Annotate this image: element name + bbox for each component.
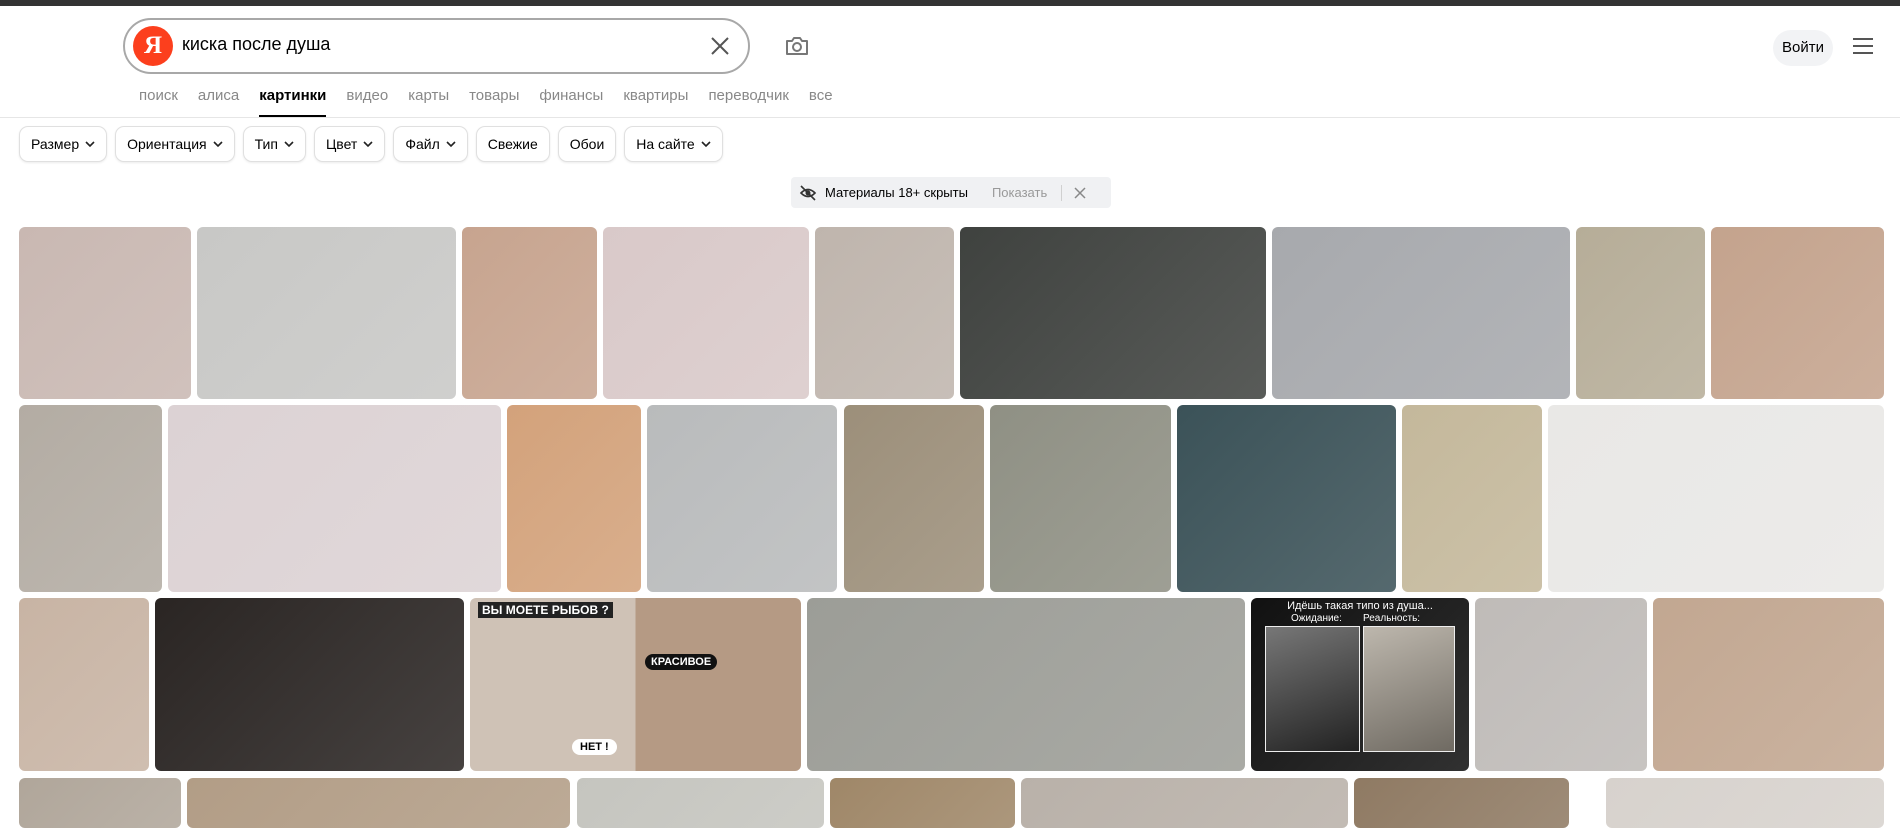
filter-chip-2[interactable]: Тип [242, 126, 306, 162]
tab-4[interactable]: карты [408, 87, 449, 117]
image-thumbnail[interactable] [462, 227, 597, 399]
filter-chip-label: Тип [254, 136, 278, 152]
image-thumbnail[interactable] [1402, 405, 1542, 592]
camera-icon[interactable] [783, 32, 811, 60]
image-thumbnail[interactable] [1475, 598, 1647, 771]
image-thumbnail[interactable] [19, 778, 181, 828]
meme-caption-mid: КРАСИВОЕ [645, 654, 718, 670]
notice-text: Материалы 18+ скрыты [825, 185, 968, 200]
tab-3[interactable]: видео [346, 87, 388, 117]
filter-chip-7[interactable]: На сайте [624, 126, 723, 162]
meme-caption-right: Реальность: [1363, 613, 1421, 624]
tab-8[interactable]: переводчик [708, 87, 788, 117]
image-thumbnail[interactable] [1272, 227, 1570, 399]
chevron-down-icon [446, 141, 456, 148]
image-thumbnail[interactable] [647, 405, 837, 592]
filter-chip-label: Файл [405, 136, 440, 152]
chevron-down-icon [85, 141, 95, 148]
image-thumbnail[interactable] [960, 227, 1266, 399]
image-thumbnail[interactable] [1354, 778, 1569, 828]
menu-icon[interactable] [1853, 38, 1873, 56]
chevron-down-icon [213, 141, 223, 148]
filter-chip-3[interactable]: Цвет [313, 126, 386, 162]
image-thumbnail[interactable] [19, 227, 191, 399]
image-thumbnail[interactable] [197, 227, 456, 399]
image-thumbnail[interactable] [990, 405, 1171, 592]
search-input[interactable]: киска после душа [182, 34, 330, 55]
chevron-down-icon [363, 141, 373, 148]
filter-chip-1[interactable]: Ориентация [115, 126, 235, 162]
filter-bar: Размер Ориентация Тип Цвет Файл Свежие Обои На … [19, 126, 723, 162]
filter-chip-label: Обои [569, 136, 605, 152]
image-thumbnail[interactable] [1711, 227, 1884, 399]
image-thumbnail[interactable]: ВЫ МОЕТЕ РЫБОВ ? КРАСИВОЕ НЕТ ! [470, 598, 801, 771]
image-thumbnail[interactable] [1576, 227, 1705, 399]
eye-crossed-icon [799, 184, 817, 201]
filter-chip-0[interactable]: Размер [19, 126, 108, 162]
tab-7[interactable]: квартиры [623, 87, 688, 117]
image-thumbnail[interactable] [807, 598, 1245, 771]
clear-icon[interactable] [708, 34, 732, 58]
filter-chip-label: Цвет [325, 136, 358, 152]
filter-chip-label: Размер [31, 136, 80, 152]
search-box[interactable]: Я киска после душа [123, 18, 750, 74]
meme-caption: Идёшь такая типо из душа... [1287, 600, 1433, 612]
image-thumbnail[interactable] [187, 778, 570, 828]
tab-1[interactable]: алиса [198, 87, 239, 117]
yandex-logo[interactable]: Я [133, 26, 173, 66]
tab-6[interactable]: финансы [539, 87, 603, 117]
image-thumbnail[interactable] [168, 405, 501, 592]
image-thumbnail[interactable] [507, 405, 641, 592]
filter-chip-5[interactable]: Свежие [475, 126, 550, 162]
image-thumbnail[interactable] [603, 227, 809, 399]
login-button[interactable]: Войти [1773, 30, 1833, 66]
adult-content-notice: Материалы 18+ скрыты Показать [791, 177, 1111, 208]
image-thumbnail[interactable] [19, 598, 149, 771]
show-adult-button[interactable]: Показать [992, 177, 1047, 208]
meme-photo-right [1363, 626, 1455, 752]
search-tabs: поиск алиса картинки видео карты товары финанс… [139, 87, 833, 117]
meme-caption-bottom: НЕТ ! [572, 739, 617, 755]
tab-5[interactable]: товары [469, 87, 519, 117]
image-thumbnail[interactable] [1021, 778, 1348, 828]
image-thumbnail[interactable] [155, 598, 464, 771]
close-icon[interactable] [1074, 186, 1086, 199]
filter-chip-label: На сайте [636, 136, 695, 152]
filter-chip-4[interactable]: Файл [393, 126, 468, 162]
tab-2[interactable]: картинки [259, 87, 327, 117]
meme-caption-top: ВЫ МОЕТЕ РЫБОВ ? [478, 602, 613, 618]
image-thumbnail[interactable] [1177, 405, 1396, 592]
image-thumbnail[interactable]: Идёшь такая типо из душа... Ожидание: Реал… [1251, 598, 1469, 771]
meme-caption-left: Ожидание: [1291, 613, 1342, 624]
filter-chip-6[interactable]: Обои [557, 126, 617, 162]
image-thumbnail[interactable] [577, 778, 824, 828]
filter-chip-label: Свежие [487, 136, 538, 152]
image-thumbnail[interactable] [815, 227, 954, 399]
image-thumbnail[interactable] [830, 778, 1015, 828]
image-thumbnail[interactable] [19, 405, 162, 592]
tab-0[interactable]: поиск [139, 87, 178, 117]
chevron-down-icon [284, 141, 294, 148]
image-thumbnail[interactable] [1548, 405, 1884, 592]
image-thumbnail[interactable] [1653, 598, 1884, 771]
filter-chip-label: Ориентация [127, 136, 207, 152]
header: Я киска после душа Войти поиск алиса карти… [0, 6, 1900, 118]
tab-9[interactable]: все [809, 87, 833, 117]
divider [1061, 184, 1063, 201]
chevron-down-icon [701, 141, 711, 148]
image-thumbnail[interactable] [844, 405, 984, 592]
image-thumbnail[interactable] [1606, 778, 1884, 828]
meme-photo-left [1265, 626, 1360, 752]
